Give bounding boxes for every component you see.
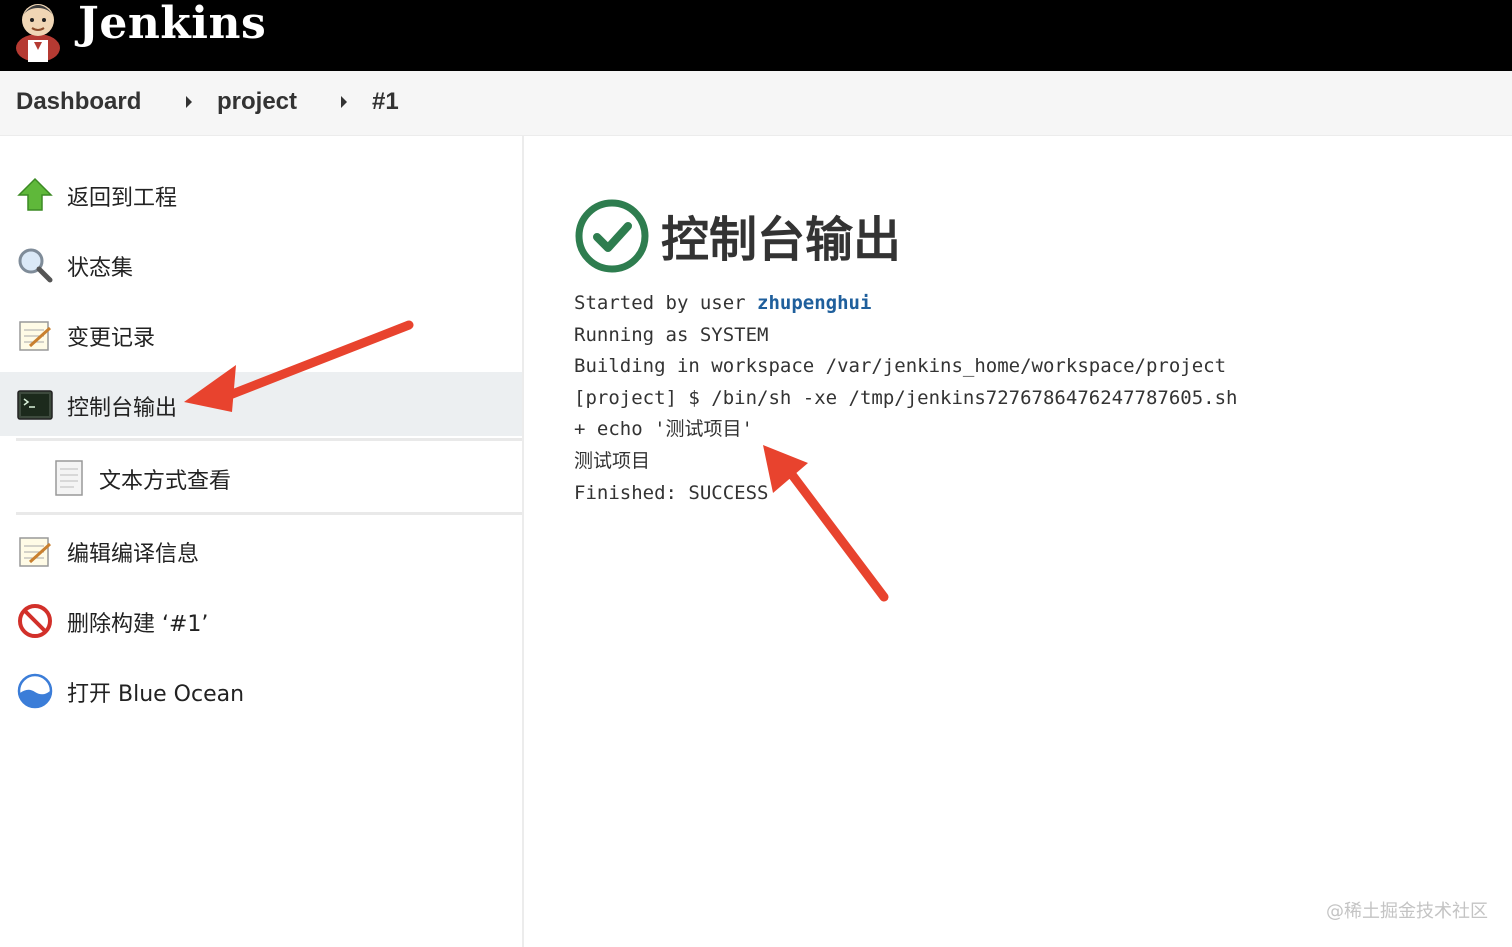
jenkins-brand[interactable]: Jenkins	[78, 0, 266, 49]
sidebar-item-label: 打开 Blue Ocean	[67, 682, 245, 707]
sidebar-divider	[16, 512, 522, 515]
sidebar-item-label: 编辑编译信息	[67, 542, 200, 567]
blue-ocean-icon	[16, 672, 54, 710]
console-line: Running as SYSTEM	[574, 323, 769, 346]
magnifier-icon	[16, 246, 54, 284]
console-line: Building in workspace /var/jenkins_home/…	[574, 355, 1227, 378]
jenkins-logo-icon[interactable]	[12, 0, 64, 62]
breadcrumb: Dashboard project #1	[0, 71, 1512, 136]
console-line: Started by user	[574, 292, 758, 314]
sidebar: 返回到工程 状态集 变更记录 控制台输出 文本方式查看 编辑编译信息 删除构建 …	[0, 136, 524, 947]
notepad-edit-icon	[16, 532, 54, 570]
terminal-icon	[16, 386, 54, 424]
sidebar-item-open-blue-ocean[interactable]: 打开 Blue Ocean	[0, 658, 522, 722]
sidebar-item-label: 变更记录	[67, 326, 156, 351]
breadcrumb-build[interactable]: #1	[372, 88, 399, 116]
no-entry-icon	[16, 602, 54, 640]
console-line: Finished: SUCCESS	[574, 481, 769, 504]
main-content: 控制台输出 Started by user zhupenghui Running…	[524, 136, 1512, 947]
console-output: Started by user zhupenghui Running as SY…	[574, 288, 1237, 509]
up-arrow-icon	[16, 176, 54, 214]
top-header: Jenkins	[0, 0, 1512, 71]
console-line: 测试项目	[574, 449, 651, 472]
sidebar-item-label: 返回到工程	[67, 186, 178, 211]
console-line: + echo '测试项目'	[574, 418, 753, 441]
breadcrumb-project[interactable]: project	[217, 88, 297, 116]
user-link[interactable]: zhupenghui	[757, 292, 871, 314]
page-title: 控制台输出	[661, 212, 902, 268]
sidebar-item-label: 控制台输出	[67, 396, 178, 421]
sidebar-item-label: 文本方式查看	[99, 469, 232, 494]
sidebar-item-edit-build-info[interactable]: 编辑编译信息	[0, 518, 522, 582]
sidebar-item-changes-set[interactable]: 状态集	[0, 232, 522, 296]
sidebar-item-change-log[interactable]: 变更记录	[0, 302, 522, 366]
sidebar-item-back-to-project[interactable]: 返回到工程	[0, 162, 522, 226]
breadcrumb-dashboard[interactable]: Dashboard	[16, 88, 141, 116]
notepad-icon	[16, 316, 54, 354]
sidebar-item-console-output[interactable]: 控制台输出	[0, 372, 522, 436]
sidebar-item-delete-build[interactable]: 删除构建 ‘#1’	[0, 588, 522, 652]
sidebar-divider	[16, 438, 522, 441]
breadcrumb-chevron-icon[interactable]	[341, 96, 347, 108]
document-icon	[50, 459, 88, 497]
console-line: [project] $ /bin/sh -xe /tmp/jenkins7276…	[574, 386, 1238, 409]
sidebar-item-label: 状态集	[67, 256, 134, 281]
sidebar-item-view-as-text[interactable]: 文本方式查看	[0, 445, 522, 509]
watermark: @稀土掘金技术社区	[1326, 901, 1488, 922]
success-check-icon	[574, 198, 650, 274]
breadcrumb-chevron-icon[interactable]	[186, 96, 192, 108]
sidebar-item-label: 删除构建 ‘#1’	[67, 612, 209, 637]
